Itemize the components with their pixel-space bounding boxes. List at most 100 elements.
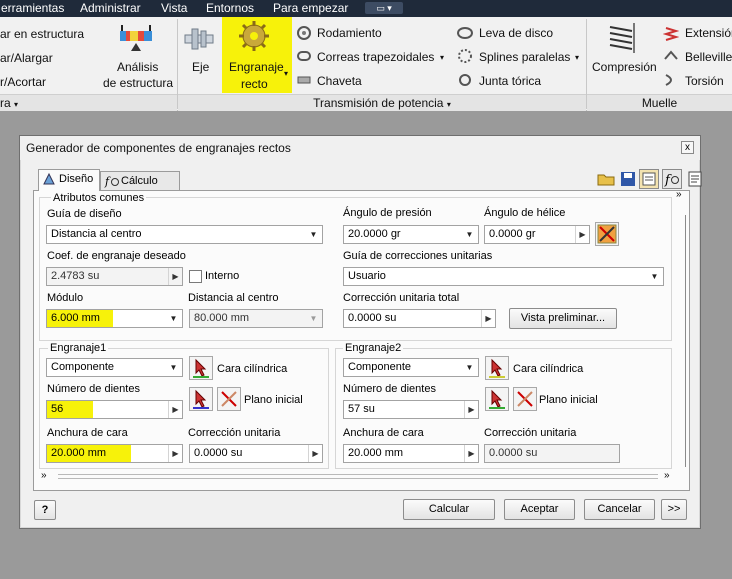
pressure-angle-select[interactable]: 20.0000 gr ▼ [343,225,479,244]
save-icon[interactable] [618,169,638,189]
calculation-tab-icon: f [104,175,119,188]
v-belt-dropdown-icon[interactable]: ▾ [440,53,444,62]
more-button[interactable]: >> [661,499,687,520]
chevron-right-icon[interactable]: ▶ [464,445,478,462]
disc-cam-label[interactable]: Leva de disco [479,26,553,40]
collapse-down-icon[interactable]: » [41,470,47,481]
gear2-legend: Engranaje2 [343,342,404,354]
menu-entornos[interactable]: Entornos [206,1,254,15]
gear-ratio-input[interactable]: 2.4783 su ▶ [46,267,183,286]
chevron-right-icon[interactable]: ▶ [575,226,589,243]
spur-gear-dropdown-icon[interactable]: ▾ [284,69,288,78]
compression-label[interactable]: Compresión [592,60,657,74]
disc-cam-icon [457,27,473,39]
total-unit-correction-input[interactable]: 0.0000 su ▶ [343,309,496,328]
ribbon-struct-row3[interactable]: r/Acortar [0,75,46,89]
key-label[interactable]: Chaveta [317,74,362,88]
internal-checkbox[interactable] [189,270,202,283]
chevron-right-icon[interactable]: ▶ [168,268,182,285]
gear1-start-plane-button[interactable] [189,387,213,411]
spur-gear-label-1[interactable]: Engranaje [229,60,284,74]
gear1-cylindrical-face-button[interactable] [189,356,213,380]
chevron-down-icon: ▼ [465,230,474,239]
gear1-teeth-input[interactable]: 56 ▶ [46,400,183,419]
help-button[interactable]: ? [34,500,56,520]
select-arrow-icon [193,389,209,409]
formula-icon: f [664,173,679,188]
gear2-type-select[interactable]: Componente ▼ [343,358,479,377]
menu-herramientas[interactable]: erramientas [1,1,64,15]
gear1-width-label: Anchura de cara [47,427,128,439]
spline-label[interactable]: Splines paralelas [479,50,570,64]
shaft-label[interactable]: Eje [192,60,209,74]
helix-angle-input[interactable]: 0.0000 gr ▶ [484,225,590,244]
chevron-right-icon[interactable]: ▶ [308,445,322,462]
chevron-right-icon[interactable]: ▶ [168,445,182,462]
svg-text:f: f [664,173,672,188]
ribbon-struct-row2[interactable]: ar/Alargar [0,51,53,65]
ribbon-struct-row1[interactable]: ar en estructura [0,27,84,41]
gear2-start-plane-button[interactable] [485,387,509,411]
analysis-label-1[interactable]: Análisis [117,60,158,74]
extension-spring-icon [663,27,679,41]
spline-dropdown-icon[interactable]: ▾ [575,53,579,62]
gear2-type-value: Componente [348,361,411,373]
analysis-label-2[interactable]: de estructura [103,76,173,90]
menu-vista[interactable]: Vista [161,1,187,15]
o-ring-icon [459,74,471,86]
close-icon[interactable]: x [681,141,694,154]
bearing-label[interactable]: Rodamiento [317,26,382,40]
panel-structure[interactable]: ra ▾ [0,94,177,111]
panel-spring[interactable]: Muelle [587,94,732,111]
gear2-teeth-input[interactable]: 57 su ▶ [343,400,479,419]
gear2-cylindrical-face-button[interactable] [485,356,509,380]
cancel-button[interactable]: Cancelar [584,499,655,520]
gear1-type-select[interactable]: Componente ▼ [46,358,183,377]
spur-gear-icon[interactable] [237,19,271,53]
unit-correction-guide-select[interactable]: Usuario ▼ [343,267,664,286]
panel-power-transmission[interactable]: Transmisión de potencia ▾ [178,94,586,111]
gear2-width-input[interactable]: 20.000 mm ▶ [343,444,479,463]
belleville-label[interactable]: Belleville [685,50,732,64]
chevron-right-icon[interactable]: ▶ [168,401,182,418]
ok-button[interactable]: Aceptar [504,499,575,520]
ribbon-menubar: erramientas Administrar Vista Entornos P… [0,0,732,17]
preview-button[interactable]: Vista preliminar... [509,308,617,329]
module-select[interactable]: 6.000 mm ▼ [46,309,183,328]
tab-calculation[interactable]: f Cálculo [100,171,180,192]
divider [58,474,658,475]
calculate-button[interactable]: Calcular [403,499,495,520]
gear1-flip-button[interactable] [217,387,241,411]
options-toggle-button[interactable] [639,169,659,189]
spur-gear-label-2[interactable]: recto [241,77,268,91]
center-distance-select[interactable]: 80.000 mm ▼ [189,309,323,328]
menu-administrar[interactable]: Administrar [80,1,141,15]
gear1-correction-input[interactable]: 0.0000 su ▶ [189,444,323,463]
helix-direction-button[interactable] [595,222,619,246]
tab-design[interactable]: Diseño [38,169,100,191]
gear2-correction-value: 0.0000 su [489,447,538,459]
expand-right-icon[interactable]: » [676,189,682,200]
open-folder-icon[interactable] [596,169,616,189]
gear1-width-input[interactable]: 20.000 mm ▶ [46,444,183,463]
gear2-correction-input[interactable]: 0.0000 su [484,444,620,463]
formula-toggle-button[interactable]: f [662,169,682,189]
v-belt-label[interactable]: Correas trapezoidales [317,50,434,64]
gear2-flip-button[interactable] [513,387,537,411]
extension-label[interactable]: Extensión [685,26,732,40]
chevron-down-icon: ▼ [169,314,178,323]
expand-down-icon[interactable]: » [664,470,670,481]
o-ring-label[interactable]: Junta tórica [479,74,541,88]
chevron-right-icon[interactable]: ▶ [481,310,495,327]
chevron-right-icon[interactable]: ▶ [464,401,478,418]
unit-correction-guide-label: Guía de correcciones unitarias [343,250,493,262]
chevron-down-icon: ▼ [465,363,474,372]
panel-scrollbar[interactable] [682,215,691,467]
gear2-cylindrical-face-label: Cara cilíndrica [513,363,584,375]
torsion-label[interactable]: Torsión [685,74,724,88]
helix-angle-label: Ángulo de hélice [484,207,566,219]
results-icon[interactable] [685,169,705,189]
ribbon-options-icon[interactable]: ▭ ▾ [365,2,403,14]
design-guide-select[interactable]: Distancia al centro ▼ [46,225,323,244]
menu-para-empezar[interactable]: Para empezar [273,1,348,15]
